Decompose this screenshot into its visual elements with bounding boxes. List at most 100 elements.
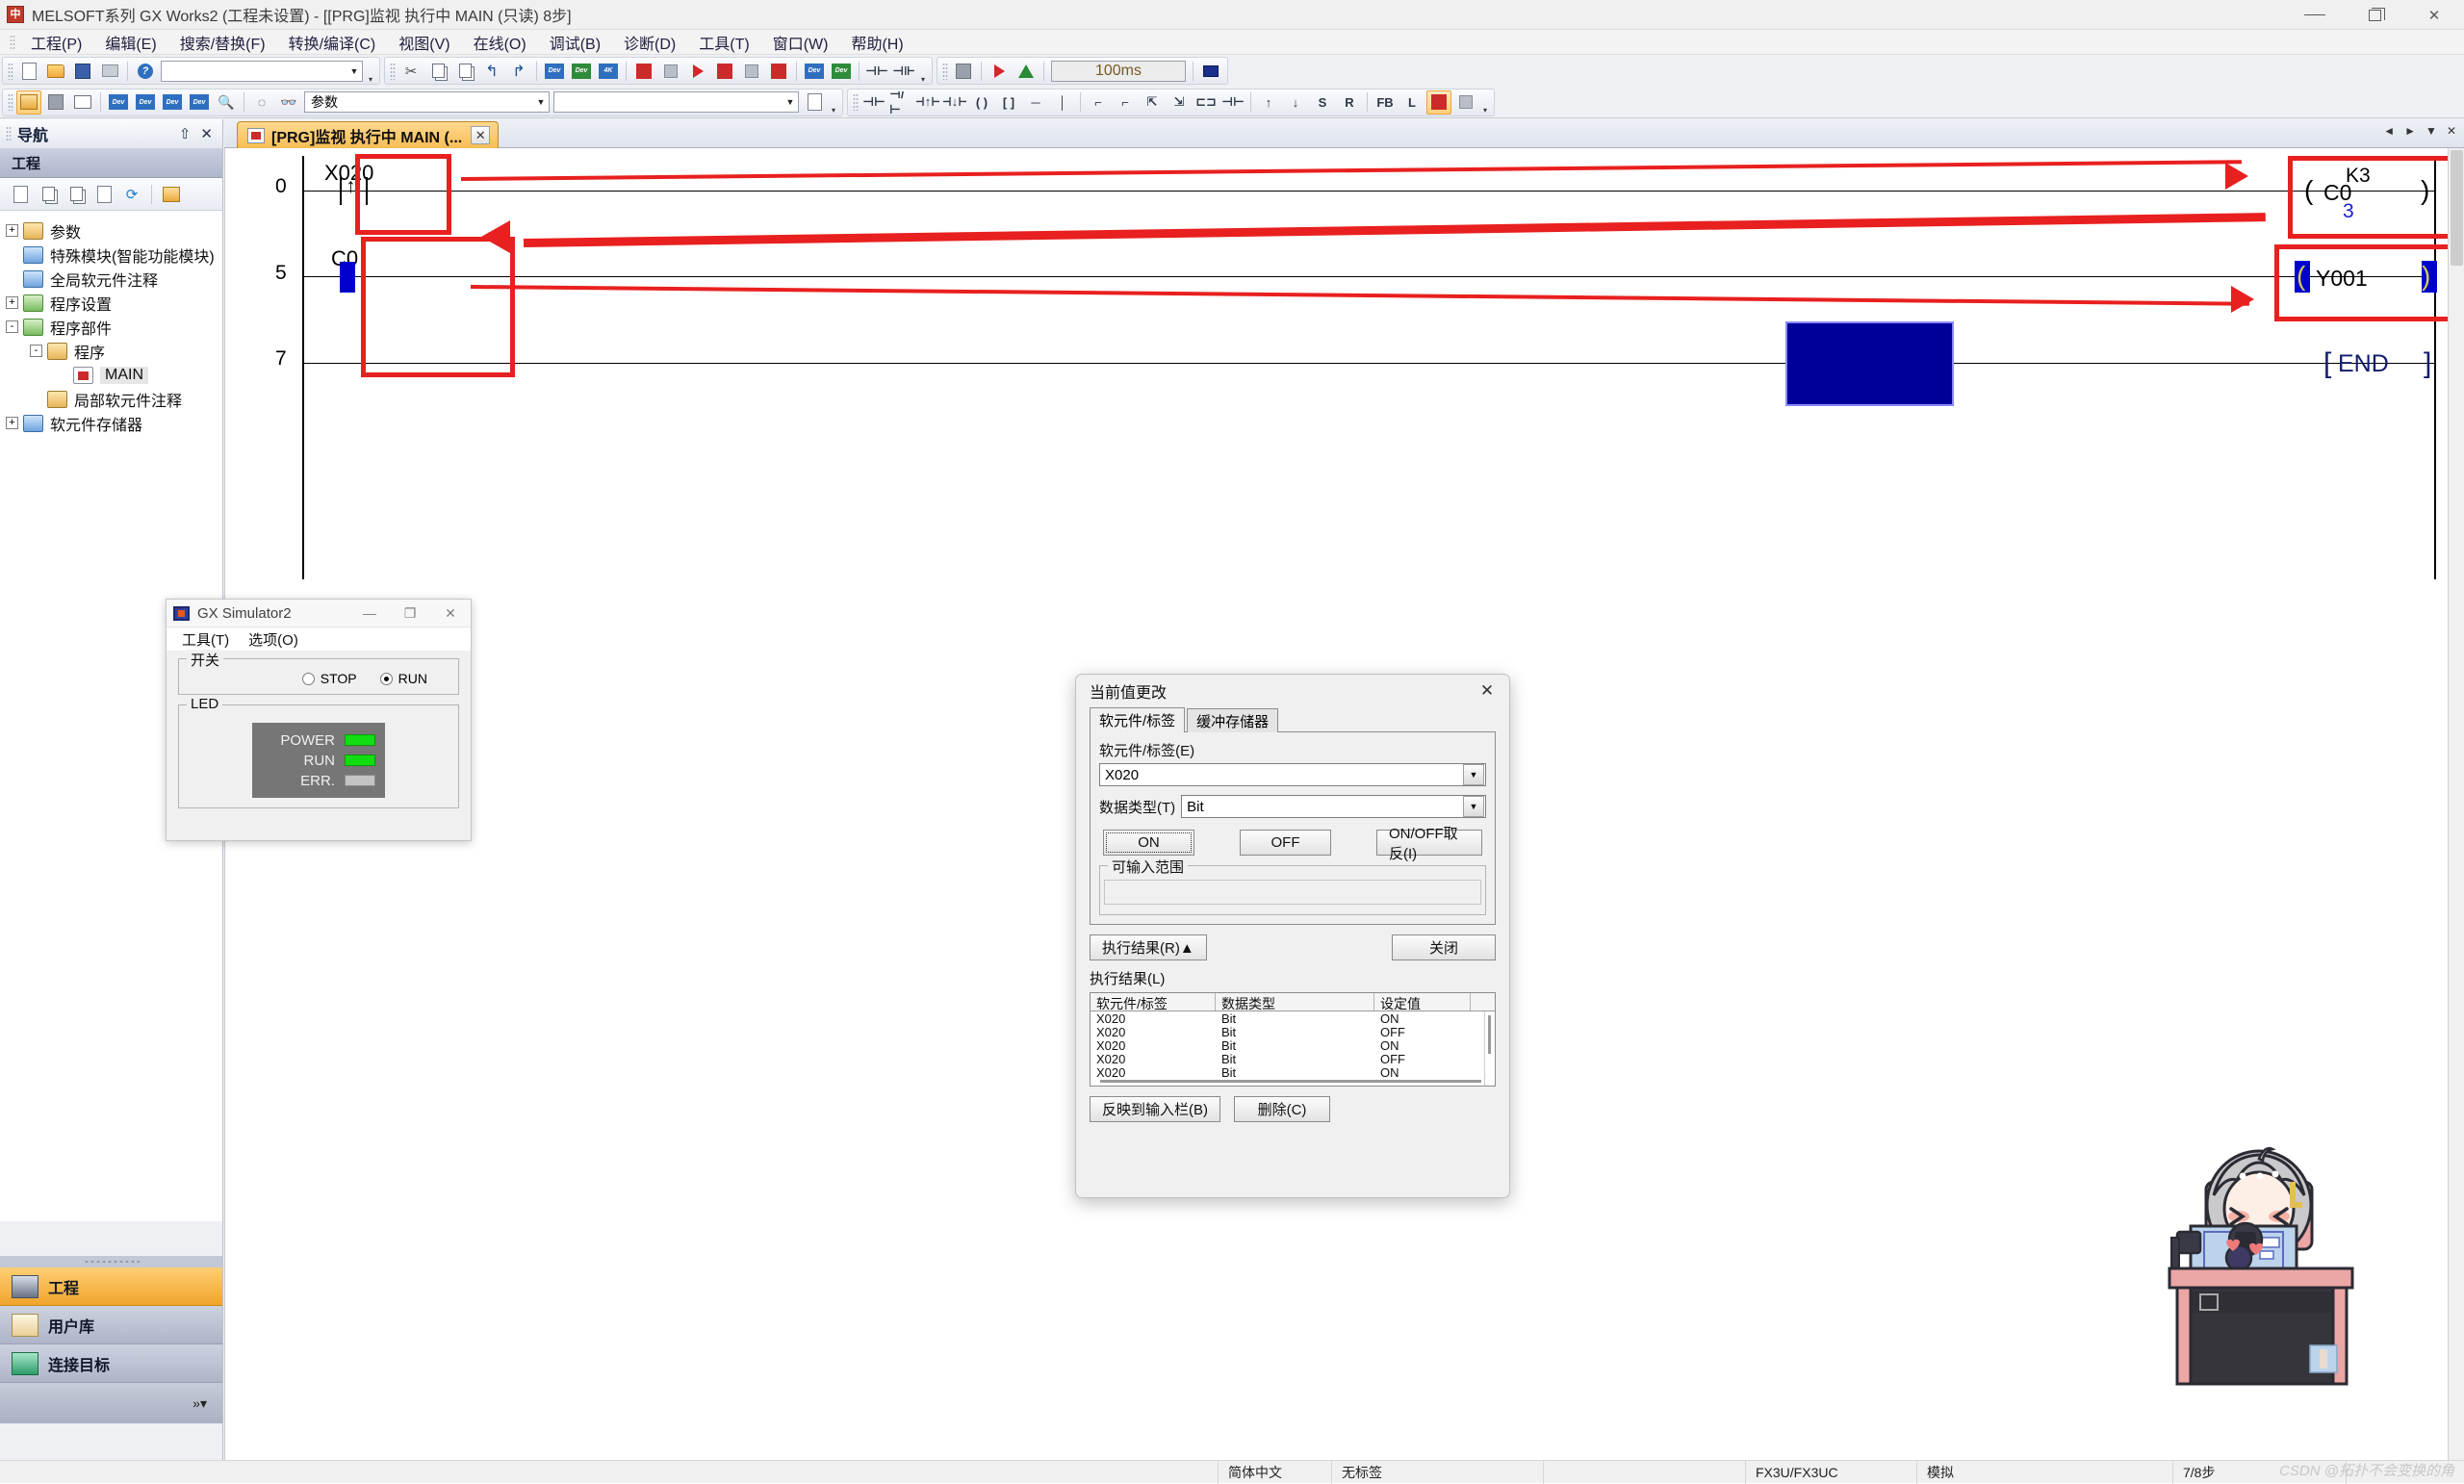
ladder-cursor[interactable] [1785, 321, 1954, 406]
bulb-icon[interactable]: ◌ [249, 90, 274, 115]
chevrons-right-icon[interactable]: »▾ [0, 1383, 222, 1423]
chevron-down-icon[interactable]: ▼ [783, 92, 798, 112]
table-row[interactable]: X020 Bit ON [1091, 1065, 1495, 1080]
reflect-to-input-button[interactable]: 反映到输入栏(B) [1090, 1096, 1220, 1122]
toolbar-grip[interactable] [942, 62, 948, 80]
menu-item-convert[interactable]: 转换/编译(C) [277, 29, 388, 56]
tree-item-pou[interactable]: - 程序部件 [6, 315, 222, 339]
monitor-start-icon[interactable] [685, 59, 710, 83]
monitor-mode-icon[interactable] [1426, 90, 1451, 115]
binoculars-icon[interactable]: 👓 [276, 90, 301, 115]
datatype-combo[interactable]: Bit ▼ [1181, 795, 1486, 818]
chevron-down-icon[interactable]: ▼ [1463, 764, 1484, 785]
toolbar-overflow-4[interactable]: ▾ [1479, 90, 1491, 115]
tab-device-label[interactable]: 软元件/标签 [1090, 707, 1186, 732]
pulse-down-icon[interactable]: ↓ [1283, 90, 1308, 115]
delete-hline-icon[interactable]: ⌐ [1086, 90, 1111, 115]
tab-next-icon[interactable]: ► [2404, 124, 2416, 138]
tree-item-local-comment[interactable]: 局部软元件注释 [6, 387, 222, 411]
close-icon[interactable]: ✕ [200, 125, 213, 142]
chevron-down-icon[interactable]: ▼ [1463, 796, 1484, 817]
menu-item-view[interactable]: 视图(V) [387, 29, 461, 56]
menu-item-project[interactable]: 工程(P) [19, 29, 93, 56]
tree-item-parameter[interactable]: + 参数 [6, 218, 222, 243]
grid-vertical-scrollbar[interactable] [1484, 1011, 1495, 1086]
device-watch-icon[interactable]: Dev [802, 59, 827, 83]
hline-icon[interactable]: ─ [1023, 90, 1048, 115]
project-tree-icon[interactable] [16, 90, 41, 115]
tree-item-main[interactable]: MAIN [6, 363, 222, 387]
delete-vline-icon[interactable]: ⌐ [1113, 90, 1138, 115]
document-tab-main[interactable]: [PRG]监视 执行中 MAIN (... ✕ [237, 121, 500, 148]
label-icon[interactable]: L [1399, 90, 1424, 115]
gx-simulator-window[interactable]: GX Simulator2 — ❐ ✕ 工具(T) 选项(O) 开关 STOP [166, 599, 472, 841]
compare-icon[interactable]: ⊏⊐ [1194, 90, 1219, 115]
undo-icon[interactable]: ↰ [479, 59, 504, 83]
comment-icon[interactable] [802, 90, 827, 115]
redo-icon[interactable]: ↱ [506, 59, 531, 83]
toolbar-grip[interactable] [8, 62, 13, 80]
column-header-value[interactable]: 设定值 [1374, 993, 1471, 1011]
radio-run[interactable]: RUN [379, 671, 427, 686]
secondary-combo[interactable]: ▼ [553, 91, 799, 113]
contact-nc-icon[interactable]: ⊣/⊢ [888, 90, 913, 115]
paste-data-icon[interactable] [64, 182, 89, 207]
find-contact-icon[interactable]: 4K [596, 59, 621, 83]
view-mode-icon[interactable] [159, 182, 184, 207]
device-batch-icon[interactable] [766, 59, 791, 83]
rung-down-icon[interactable]: ⇲ [1167, 90, 1192, 115]
chevron-down-icon[interactable]: ▼ [346, 62, 362, 81]
close-button[interactable]: ✕ [2404, 0, 2464, 30]
simulation-icon[interactable] [951, 59, 976, 83]
result-toggle-button[interactable]: 执行结果(R)▲ [1090, 934, 1207, 960]
monitor-write-icon[interactable] [1453, 90, 1478, 115]
pause-icon[interactable] [1014, 59, 1039, 83]
toggle-on-off-button[interactable]: ON/OFF取反(I) [1376, 826, 1482, 862]
expander-icon[interactable]: + [6, 296, 18, 309]
device-test-icon[interactable] [739, 59, 764, 83]
expander-icon[interactable]: - [6, 320, 18, 333]
tree-item-device-memory[interactable]: + 软元件存储器 [6, 411, 222, 435]
column-header-datatype[interactable]: 数据类型 [1216, 993, 1374, 1011]
toolbar-grip[interactable] [8, 93, 13, 111]
toolbar-overflow-1[interactable]: ▾ [365, 59, 376, 84]
monitor-stop-icon[interactable] [712, 59, 737, 83]
menu-item-find[interactable]: 搜索/替换(F) [168, 29, 277, 56]
contact-no-icon[interactable]: ⊣⊢ [861, 90, 886, 115]
chevron-down-icon[interactable]: ▼ [533, 92, 549, 112]
tab-prev-icon[interactable]: ◄ [2383, 124, 2395, 138]
tree-item-global-comment[interactable]: 全局软元件注释 [6, 267, 222, 291]
coil-icon[interactable]: ( ) [969, 90, 994, 115]
paste-icon[interactable] [452, 59, 477, 83]
menu-item-edit[interactable]: 编辑(E) [93, 29, 167, 56]
device-watch-view-icon[interactable]: Dev [187, 90, 212, 115]
simulator-close-button[interactable]: ✕ [430, 600, 471, 627]
reset-icon[interactable]: R [1337, 90, 1362, 115]
docking-window-icon[interactable] [70, 90, 95, 115]
data-property-icon[interactable] [91, 182, 116, 207]
invert-icon[interactable]: ⊣⊢ [1220, 90, 1245, 115]
pin-icon[interactable]: ⇧ [179, 125, 192, 142]
delete-button[interactable]: 删除(C) [1234, 1096, 1330, 1122]
copy-data-icon[interactable] [36, 182, 61, 207]
result-grid[interactable]: 软元件/标签 数据类型 设定值 X020 Bit ON X020 Bit OFF… [1090, 992, 1496, 1087]
instruction-icon[interactable]: [ ] [996, 90, 1021, 115]
toolbar-overflow-2[interactable]: ▾ [917, 59, 929, 84]
toolbar-grip[interactable] [853, 93, 859, 111]
menu-item-online[interactable]: 在线(O) [462, 29, 538, 56]
save-icon[interactable] [70, 59, 95, 83]
write-to-plc-icon[interactable] [631, 59, 656, 83]
navigation-splitter[interactable] [0, 1256, 222, 1267]
grid-horizontal-scrollbar[interactable] [1100, 1080, 1481, 1083]
table-row[interactable]: X020 Bit OFF [1091, 1025, 1495, 1039]
tree-item-special-module[interactable]: 特殊模块(智能功能模块) [6, 243, 222, 267]
sidebar-item-user-library[interactable]: 用户库 [0, 1306, 222, 1344]
tab-list-icon[interactable]: ▼ [2426, 124, 2437, 138]
device-grid-icon[interactable]: Dev [160, 90, 185, 115]
tab-close-icon[interactable]: ✕ [2447, 124, 2456, 138]
run-icon[interactable] [987, 59, 1012, 83]
copy-icon[interactable] [425, 59, 450, 83]
simulator-minimize-button[interactable]: — [349, 600, 390, 627]
table-row[interactable]: X020 Bit ON [1091, 1011, 1495, 1026]
sidebar-item-project[interactable]: 工程 [0, 1267, 222, 1306]
